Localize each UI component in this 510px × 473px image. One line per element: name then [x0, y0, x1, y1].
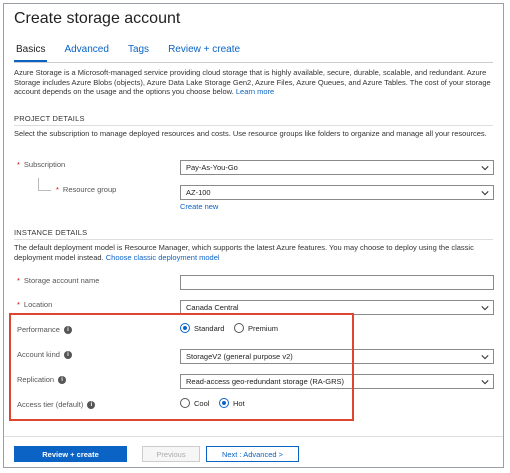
tree-connector	[38, 178, 51, 191]
tab-divider	[14, 62, 493, 63]
create-new-link[interactable]: Create new	[180, 202, 218, 211]
intro-text: Azure Storage is a Microsoft-managed ser…	[14, 68, 492, 97]
project-details-desc: Select the subscription to manage deploy…	[14, 129, 487, 138]
classic-deployment-link[interactable]: Choose classic deployment model	[106, 253, 220, 262]
storage-account-name-label: * Storage account name	[17, 276, 99, 285]
instance-details-heading: INSTANCE DETAILS	[14, 228, 88, 237]
dialog-window: Create storage account Basics Advanced T…	[3, 3, 504, 468]
required-marker: *	[56, 185, 59, 194]
footer-divider	[4, 436, 503, 437]
previous-button[interactable]: Previous	[142, 446, 200, 462]
next-advanced-button[interactable]: Next : Advanced >	[206, 446, 299, 462]
subscription-value: Pay-As-You-Go	[186, 163, 238, 172]
resource-group-select[interactable]: AZ-100	[180, 185, 494, 200]
tab-tags[interactable]: Tags	[126, 44, 151, 62]
tab-bar: Basics Advanced Tags Review + create	[14, 44, 242, 62]
location-label: * Location	[17, 300, 52, 309]
resource-group-label: * Resource group	[56, 185, 116, 194]
subscription-label-text: Subscription	[23, 160, 66, 169]
tab-review-create[interactable]: Review + create	[166, 44, 242, 62]
tab-basics[interactable]: Basics	[14, 44, 48, 62]
chevron-down-icon	[481, 166, 489, 171]
chevron-down-icon	[481, 191, 489, 196]
section-divider	[14, 125, 493, 126]
subscription-select[interactable]: Pay-As-You-Go	[180, 160, 494, 175]
section-divider	[14, 239, 493, 240]
chevron-down-icon	[481, 355, 489, 360]
project-details-heading: PROJECT DETAILS	[14, 114, 85, 123]
highlight-box	[9, 313, 354, 421]
location-label-text: Location	[23, 300, 53, 309]
tab-advanced[interactable]: Advanced	[62, 44, 110, 62]
location-value: Canada Central	[186, 303, 239, 312]
storage-account-name-label-text: Storage account name	[23, 276, 100, 285]
chevron-down-icon	[481, 380, 489, 385]
required-marker: *	[17, 160, 20, 169]
review-create-button[interactable]: Review + create	[14, 446, 127, 462]
required-marker: *	[17, 276, 20, 285]
page-title: Create storage account	[14, 10, 181, 27]
learn-more-link[interactable]: Learn more	[236, 87, 274, 96]
resource-group-label-text: Resource group	[62, 185, 117, 194]
storage-account-name-input[interactable]	[180, 275, 494, 290]
subscription-label: * Subscription	[17, 160, 65, 169]
chevron-down-icon	[481, 306, 489, 311]
instance-details-desc: The default deployment model is Resource…	[14, 243, 494, 263]
instance-desc-text: The default deployment model is Resource…	[14, 243, 474, 262]
required-marker: *	[17, 300, 20, 309]
resource-group-value: AZ-100	[186, 188, 211, 197]
